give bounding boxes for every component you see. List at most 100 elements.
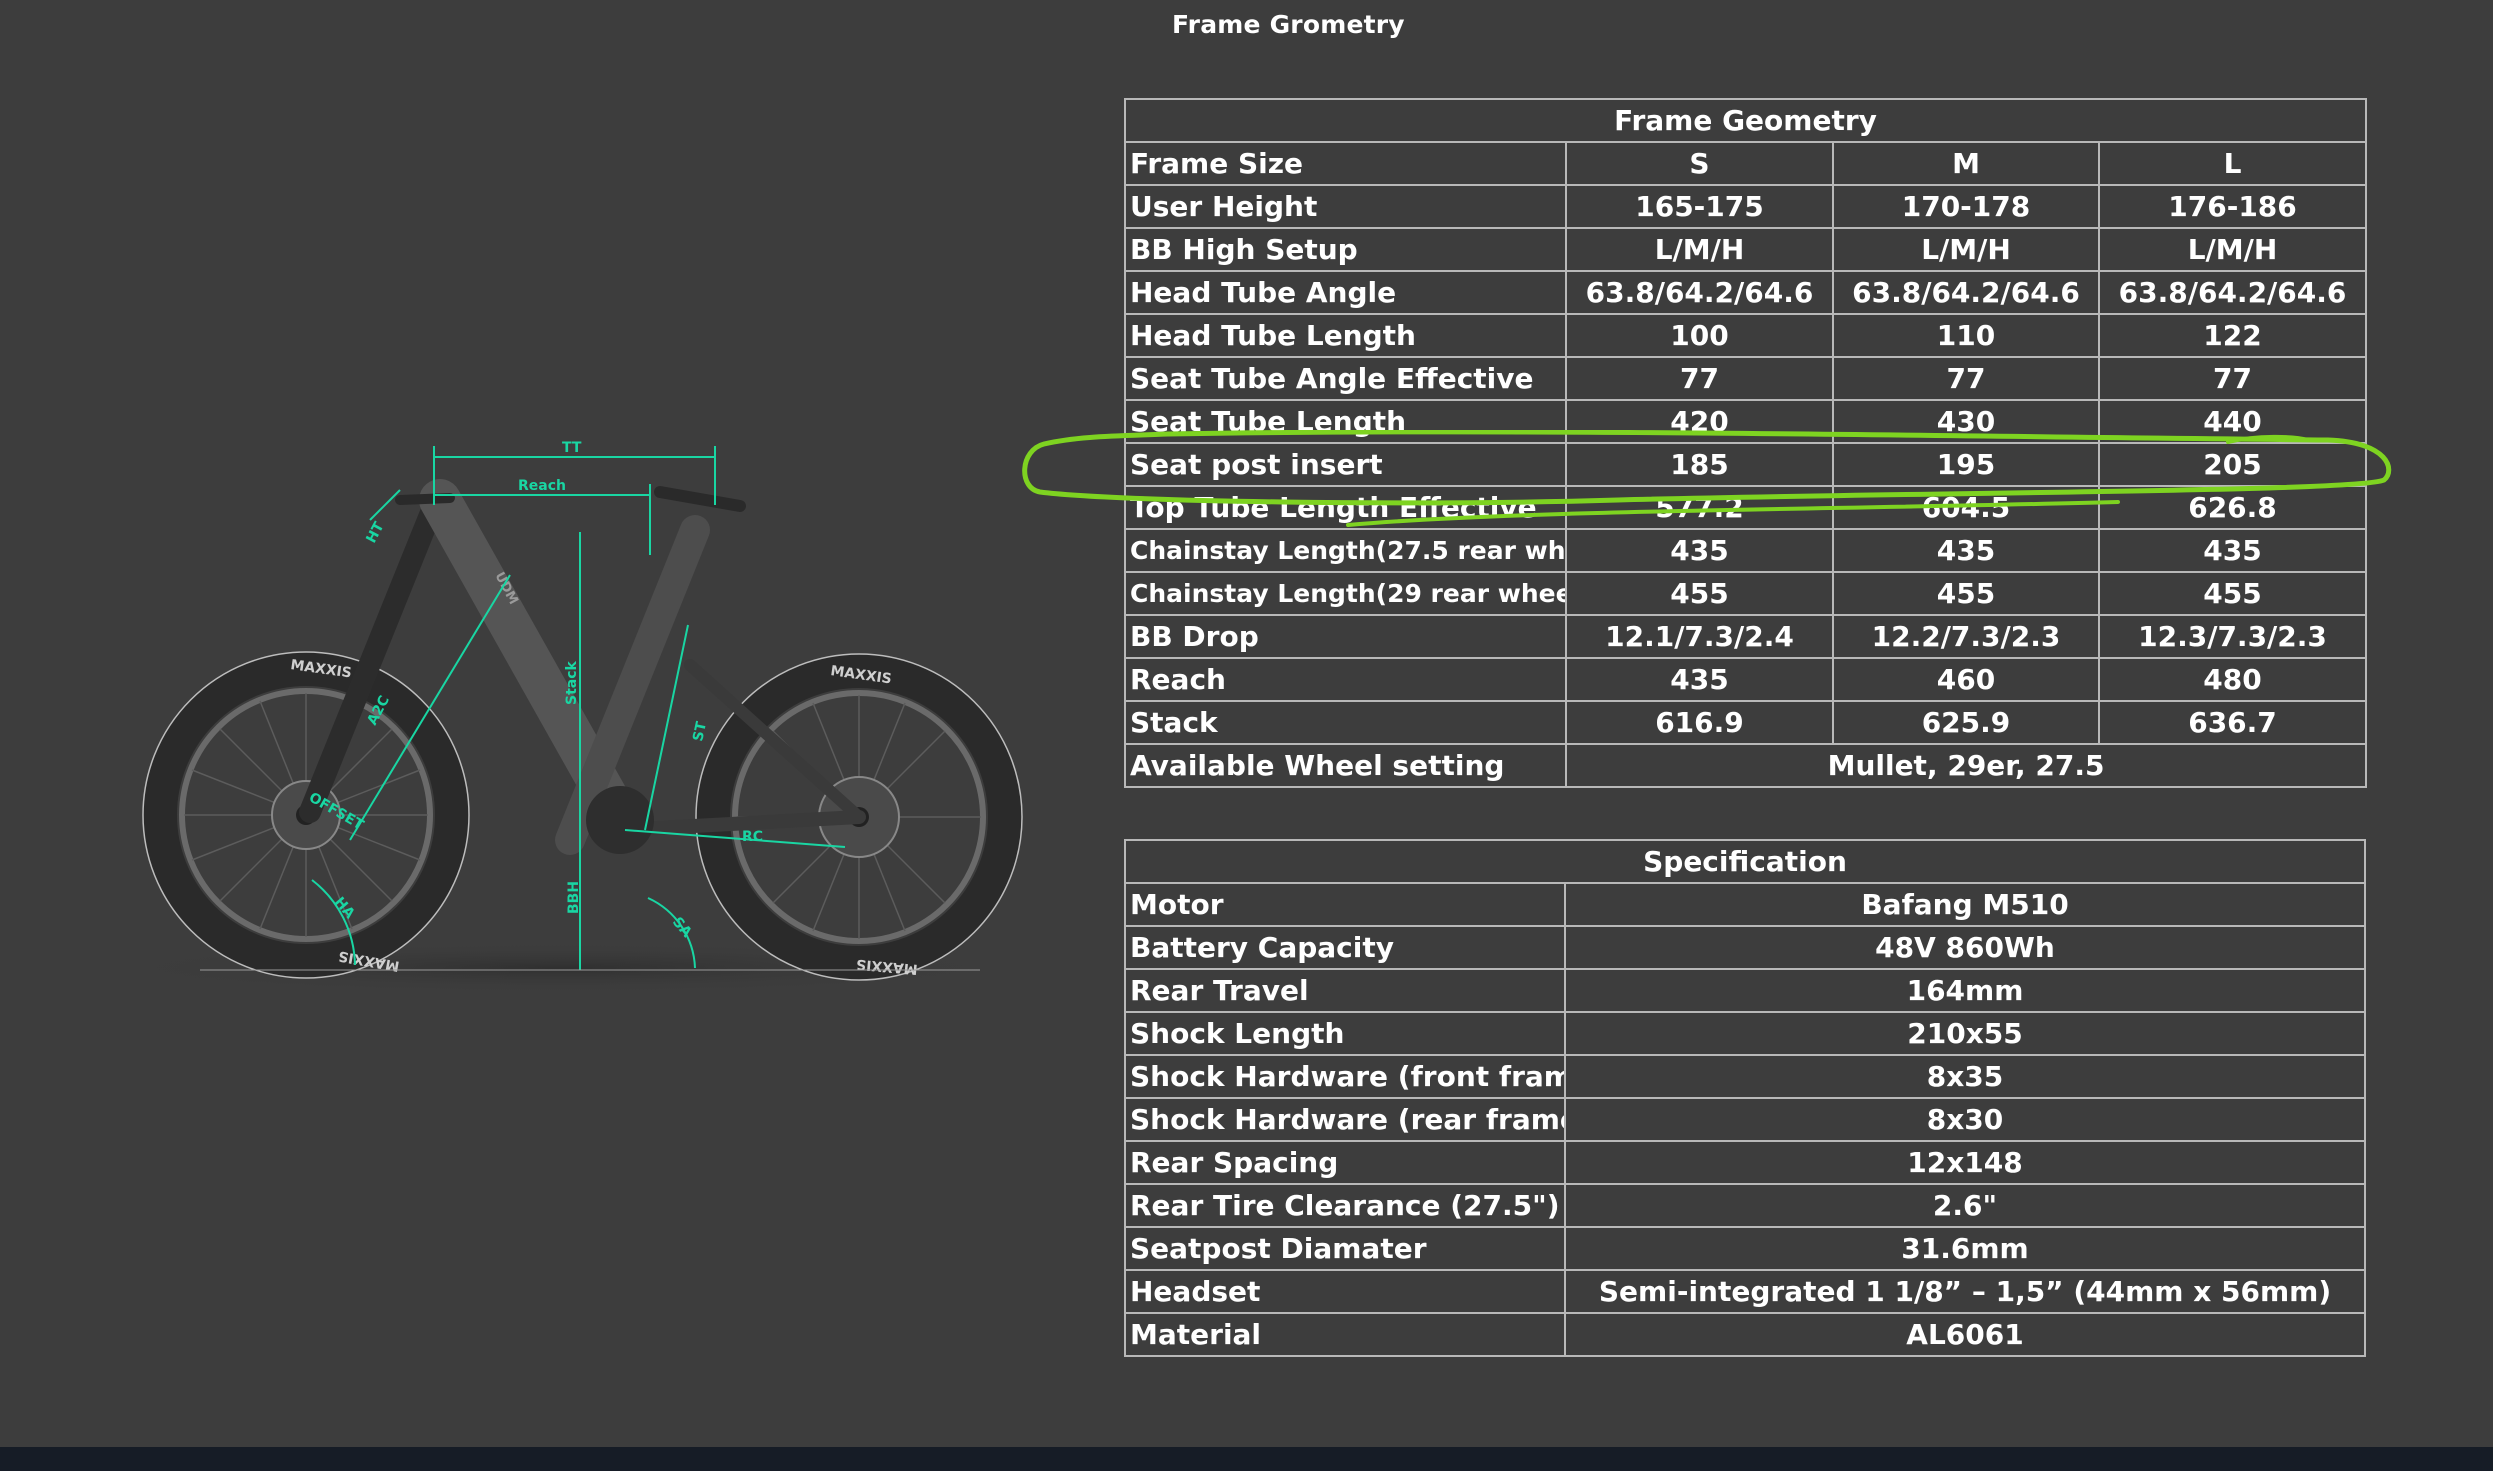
specification-title: Specification (1123, 839, 2367, 884)
dim-label-reach: Reach (518, 478, 566, 494)
cell-s: 77 (1565, 356, 1834, 401)
dim-label-bbh: BBH (566, 881, 582, 914)
row-label: Headset (1124, 1269, 1566, 1314)
cell-l: 12.3/7.3/2.3 (2097, 614, 2368, 659)
row-label: Seat Tube Angle Effective (1124, 356, 1567, 401)
table-row: Motor Bafang M510 (1124, 882, 2367, 927)
row-label: Shock Length (1124, 1011, 1566, 1056)
cell-m: 460 (1832, 657, 2100, 702)
row-label: Chainstay Length(29 rear wheel) (1124, 571, 1567, 616)
row-value: 31.6mm (1563, 1226, 2367, 1271)
cell-m: 170-178 (1832, 184, 2100, 229)
bike-frame (299, 479, 866, 855)
table-row: Head Tube Length 100 110 122 (1124, 313, 2368, 358)
frame-size-label: Frame Size (1124, 141, 1567, 186)
size-s: S (1565, 141, 1834, 186)
table-row: Headset Semi-integrated 1 1/8” – 1,5” (4… (1124, 1269, 2367, 1314)
cell-s: 435 (1565, 657, 1834, 702)
cell-m: L/M/H (1832, 227, 2100, 272)
dimension-lines (200, 446, 980, 971)
row-value: 8x30 (1563, 1097, 2367, 1142)
row-label: User Height (1124, 184, 1567, 229)
dim-label-sa: SA (669, 914, 695, 940)
table-row: Seatpost Diamater 31.6mm (1124, 1226, 2367, 1271)
table-title-row: Frame Geometry (1123, 98, 2368, 143)
row-label: BB Drop (1124, 614, 1567, 659)
cell-l: 636.7 (2097, 700, 2368, 745)
cell-l: L/M/H (2097, 227, 2368, 272)
table-row: BB Drop 12.1/7.3/2.4 12.2/7.3/2.3 12.3/7… (1124, 614, 2368, 659)
cell-l: 77 (2097, 356, 2368, 401)
size-m: M (1832, 141, 2100, 186)
dim-label-st: ST (690, 720, 710, 743)
table-row: Shock Hardware (rear frame) 8x30 (1124, 1097, 2367, 1142)
table-row: Reach 435 460 480 (1124, 657, 2368, 702)
dim-label-stack: Stack (564, 660, 580, 705)
row-value: 2.6" (1563, 1183, 2367, 1228)
specification-table: Specification Motor Bafang M510 Battery … (1123, 839, 2367, 1357)
row-label: Battery Capacity (1124, 925, 1566, 970)
cell-m: 77 (1832, 356, 2100, 401)
row-label: Available Wheel setting (1124, 743, 1567, 788)
row-label: Shock Hardware (rear frame) (1124, 1097, 1566, 1142)
table-row: Seat Tube Angle Effective 77 77 77 (1124, 356, 2368, 401)
table-row: Rear Spacing 12x148 (1124, 1140, 2367, 1185)
cell-m: 63.8/64.2/64.6 (1832, 270, 2100, 315)
highlight-marker (1022, 430, 2392, 527)
cell-l: 63.8/64.2/64.6 (2097, 270, 2368, 315)
cell-l: 455 (2097, 571, 2368, 616)
row-label: Head Tube Angle (1124, 270, 1567, 315)
wheel-setting-value: Mullet, 29er, 27.5 (1564, 743, 2368, 788)
row-value: AL6061 (1563, 1312, 2367, 1357)
geometry-title: Frame Geometry (1123, 98, 2368, 143)
dim-label-ht: HT (363, 519, 387, 546)
cell-s: 100 (1565, 313, 1834, 358)
cell-m: 12.2/7.3/2.3 (1832, 614, 2100, 659)
cell-s: 12.1/7.3/2.4 (1565, 614, 1834, 659)
cell-m: 625.9 (1832, 700, 2100, 745)
cell-s: 455 (1565, 571, 1834, 616)
row-label: Head Tube Length (1124, 313, 1567, 358)
table-row: Rear Travel 164mm (1124, 968, 2367, 1013)
row-label: Stack (1124, 700, 1567, 745)
row-label: Reach (1124, 657, 1567, 702)
table-row: Battery Capacity 48V 860Wh (1124, 925, 2367, 970)
row-label: Shock Hardware (front frame) (1124, 1054, 1566, 1099)
page-title: Frame Grometry (1172, 10, 1405, 39)
cell-l: 480 (2097, 657, 2368, 702)
row-label: Material (1124, 1312, 1566, 1357)
table-row: Stack 616.9 625.9 636.7 (1124, 700, 2368, 745)
size-l: L (2097, 141, 2368, 186)
row-value: 164mm (1563, 968, 2367, 1013)
bottom-bar (0, 1447, 2493, 1471)
cell-s: 63.8/64.2/64.6 (1565, 270, 1834, 315)
cell-l: 122 (2097, 313, 2368, 358)
dim-label-tt: TT (562, 440, 582, 456)
table-row: Rear Tire Clearance (27.5") 2.6" (1124, 1183, 2367, 1228)
row-label: Rear Tire Clearance (27.5") (1124, 1183, 1566, 1228)
row-value: Semi-integrated 1 1/8” – 1,5” (44mm x 56… (1563, 1269, 2367, 1314)
row-value: 210x55 (1563, 1011, 2367, 1056)
table-row: User Height 165-175 170-178 176-186 (1124, 184, 2368, 229)
dim-label-rc: RC (742, 829, 763, 845)
table-row: Chainstay Length(29 rear wheel) 455 455 … (1124, 571, 2368, 616)
row-value: 48V 860Wh (1563, 925, 2367, 970)
table-row: Material AL6061 (1124, 1312, 2367, 1357)
table-row: Head Tube Angle 63.8/64.2/64.6 63.8/64.2… (1124, 270, 2368, 315)
row-value: Bafang M510 (1563, 882, 2367, 927)
table-title-row: Specification (1123, 839, 2367, 884)
table-row: Shock Hardware (front frame) 8x35 (1124, 1054, 2367, 1099)
cell-l: 176-186 (2097, 184, 2368, 229)
row-label: Seatpost Diamater (1124, 1226, 1566, 1271)
row-value: 12x148 (1563, 1140, 2367, 1185)
bike-geometry-illustration: MAXXIS MAXXIS MAXXIS MAXXIS UDM TT Reach… (100, 440, 1030, 994)
table-row: Shock Length 210x55 (1124, 1011, 2367, 1056)
cell-s: 165-175 (1565, 184, 1834, 229)
cell-m: 110 (1832, 313, 2100, 358)
cell-s: 616.9 (1565, 700, 1834, 745)
row-label: Rear Spacing (1124, 1140, 1566, 1185)
table-row: BB High Setup L/M/H L/M/H L/M/H (1124, 227, 2368, 272)
table-header-row: Frame Size S M L (1124, 141, 2368, 186)
row-value: 8x35 (1563, 1054, 2367, 1099)
row-label: Motor (1124, 882, 1566, 927)
